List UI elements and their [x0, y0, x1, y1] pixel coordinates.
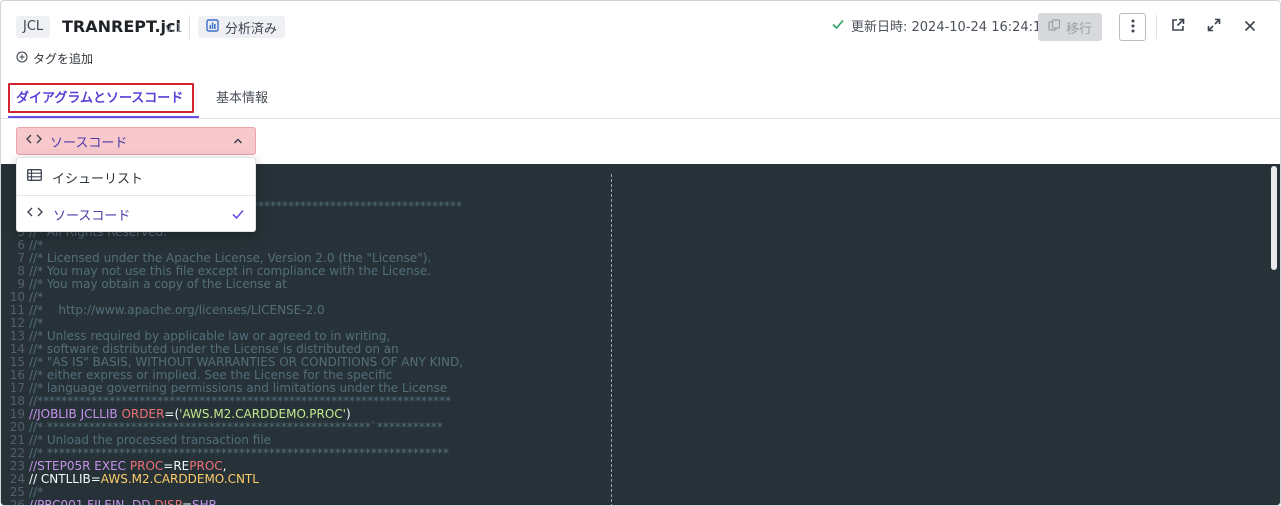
open-external-button[interactable] — [1166, 15, 1190, 39]
add-tag-label: タグを追加 — [33, 52, 94, 66]
line-text: //PRC001.FILEIN DD DISP=SHR, — [29, 498, 221, 506]
check-icon — [831, 17, 845, 38]
expand-button[interactable] — [1202, 15, 1226, 39]
check-icon — [231, 207, 245, 225]
tab-diagram-and-source[interactable]: ダイアグラムとソースコード — [8, 79, 191, 118]
plus-circle-icon — [16, 51, 28, 67]
file-title: TRANREPT.jcl — [62, 17, 181, 36]
menu-item-label: イシューリスト — [52, 171, 144, 187]
line-number: 26 — [9, 498, 25, 506]
code-line: 24// CNTLLIB=AWS.M2.CARDDEMO.CNTL — [1, 473, 1280, 486]
menu-item-issue-list[interactable]: イシューリスト — [17, 159, 255, 195]
chart-icon — [206, 18, 219, 36]
tab-basic-info[interactable]: 基本情報 — [208, 79, 276, 118]
migrate-label: 移行 — [1065, 21, 1092, 37]
header-divider — [1156, 15, 1157, 39]
code-line: 26 //PRC001.FILEIN DD DISP=SHR, — [1, 499, 1280, 506]
close-icon — [1243, 18, 1257, 37]
code-icon — [27, 206, 43, 222]
migrate-icon — [1048, 18, 1061, 36]
menu-item-source-code[interactable]: ソースコード — [17, 196, 255, 232]
tab-bar: ダイアグラムとソースコード 基本情報 — [1, 79, 1280, 119]
analysis-status-label: 分析済み — [225, 21, 278, 37]
file-version: v.1 — [165, 21, 183, 35]
file-type-badge: JCL — [16, 16, 51, 38]
line-text: // CNTLLIB=AWS.M2.CARDDEMO.CNTL — [29, 472, 259, 486]
file-detail-panel: JCL TRANREPT.jcl v.1 分析済み 更新日時: 2024-10-… — [0, 0, 1281, 506]
migrate-button[interactable]: 移行 — [1038, 13, 1102, 41]
view-selector-value: ソースコード — [50, 135, 128, 151]
menu-item-label: ソースコード — [53, 208, 131, 224]
view-selector-menu: イシューリスト ソースコード — [16, 157, 256, 232]
code-line: 11//* http://www.apache.org/licenses/LIC… — [1, 304, 1280, 317]
code-icon — [26, 133, 42, 149]
open-external-icon — [1170, 17, 1186, 37]
line-text: //* You may obtain a copy of the License… — [29, 277, 287, 291]
expand-icon — [1206, 17, 1222, 37]
view-selector[interactable]: ソースコード — [16, 127, 256, 155]
tab-active-indicator — [8, 116, 199, 118]
close-button[interactable] — [1238, 15, 1262, 39]
more-vertical-icon — [1131, 18, 1135, 37]
add-tag-button[interactable]: タグを追加 — [16, 51, 93, 67]
header-divider — [189, 15, 190, 39]
table-icon — [27, 169, 42, 185]
updated-at-label: 更新日時: 2024-10-24 16:24:15 — [851, 19, 1050, 35]
line-text: //* http://www.apache.org/licenses/LICEN… — [29, 303, 325, 317]
analysis-status-badge: 分析済み — [198, 16, 286, 38]
code-line: 9//* You may obtain a copy of the Licens… — [1, 278, 1280, 291]
panel-header: JCL TRANREPT.jcl v.1 分析済み 更新日時: 2024-10-… — [1, 1, 1280, 49]
chevron-up-icon — [232, 135, 244, 151]
updated-at: 更新日時: 2024-10-24 16:24:15 — [831, 17, 1050, 38]
vertical-scrollbar[interactable] — [1271, 166, 1277, 270]
print-margin-guide — [611, 174, 612, 505]
more-options-button[interactable] — [1119, 13, 1146, 41]
